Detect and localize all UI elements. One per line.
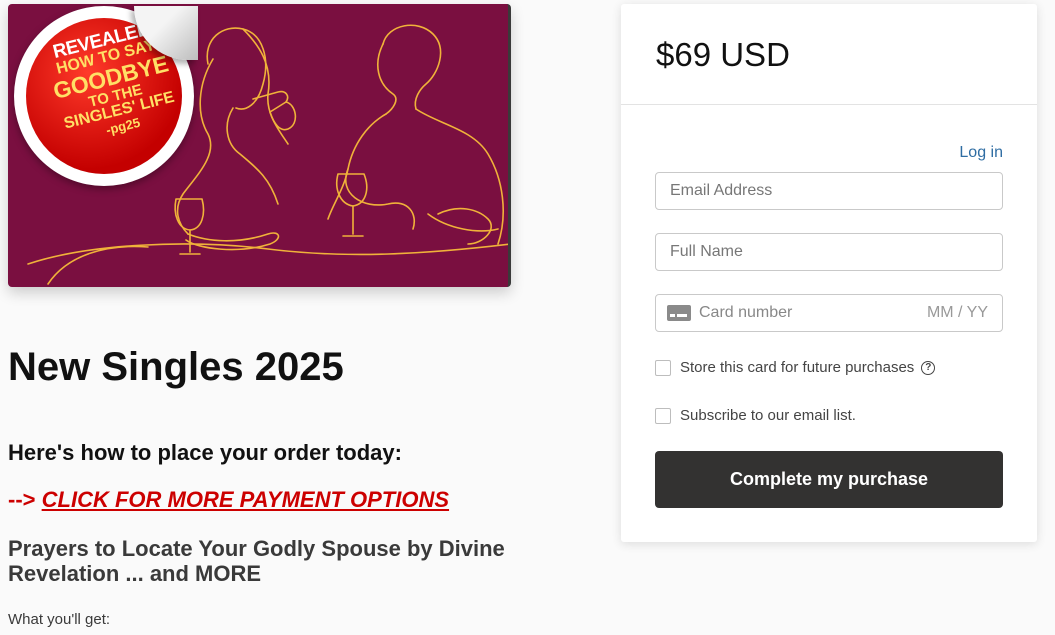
what-you-get-label: What you'll get:	[8, 611, 111, 628]
order-heading: Here's how to place your order today:	[8, 440, 402, 465]
full-name-field[interactable]	[655, 233, 1003, 271]
store-card-checkbox[interactable]	[655, 359, 671, 376]
more-payment-options-link[interactable]: CLICK FOR MORE PAYMENT OPTIONS	[42, 487, 449, 512]
product-title: New Singles 2025	[8, 345, 344, 389]
subscribe-checkbox[interactable]	[655, 407, 671, 424]
help-icon[interactable]: ?	[921, 360, 936, 375]
store-card-label: Store this card for future purchases	[680, 359, 915, 376]
card-number-field[interactable]: Card number MM / YY	[655, 294, 1003, 332]
subscribe-option[interactable]: Subscribe to our email list.	[655, 407, 856, 424]
full-name-input[interactable]	[670, 243, 988, 261]
card-number-placeholder[interactable]: Card number	[699, 295, 927, 331]
card-divider	[621, 104, 1037, 105]
subscribe-label: Subscribe to our email list.	[680, 407, 856, 424]
arrow-indicator: -->	[8, 487, 36, 512]
product-cover-image: REVEALED HOW TO SAY GOODBYE TO THE SINGL…	[8, 4, 511, 287]
payment-options-row: --> CLICK FOR MORE PAYMENT OPTIONS	[8, 487, 449, 513]
revealed-seal-badge: REVEALED HOW TO SAY GOODBYE TO THE SINGL…	[14, 6, 198, 186]
expiry-placeholder[interactable]: MM / YY	[927, 295, 988, 331]
checkout-card: $69 USD Log in Card number MM / YY Store…	[621, 4, 1037, 542]
login-link[interactable]: Log in	[959, 144, 1003, 162]
price-label: $69 USD	[656, 36, 790, 73]
email-input[interactable]	[670, 182, 988, 200]
complete-purchase-button[interactable]: Complete my purchase	[655, 451, 1003, 508]
product-subtitle: Prayers to Locate Your Godly Spouse by D…	[8, 536, 505, 586]
store-card-option[interactable]: Store this card for future purchases ?	[655, 359, 936, 376]
credit-card-icon	[667, 305, 691, 321]
email-field[interactable]	[655, 172, 1003, 210]
